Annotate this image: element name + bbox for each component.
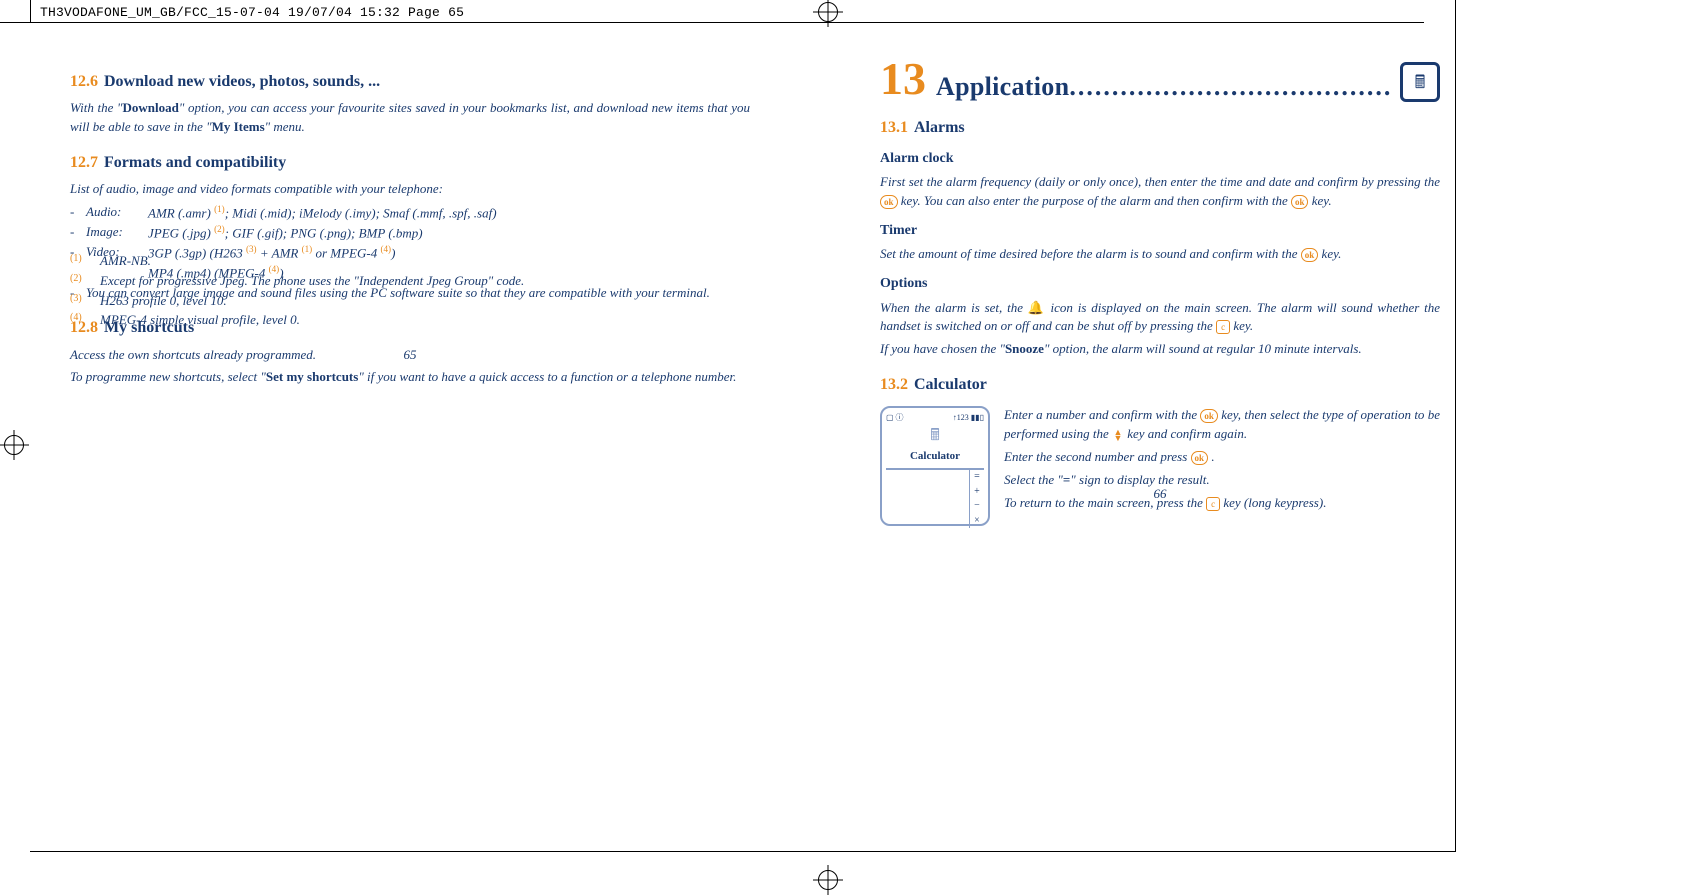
paragraph: With the "Download" option, you can acce…	[70, 99, 750, 137]
paragraph: Set the amount of time desired before th…	[880, 245, 1440, 264]
section-heading-13-1: 13.1Alarms	[880, 116, 1440, 139]
paragraph: If you have chosen the "Snooze" option, …	[880, 340, 1440, 359]
paragraph: To programme new shortcuts, select "Set …	[70, 368, 750, 387]
page-number: 65	[404, 346, 417, 365]
crop-header: TH3VODAFONE_UM_GB/FCC_15-07-04 19/07/04 …	[40, 4, 464, 23]
bell-icon: 🔔	[1028, 300, 1046, 315]
section-heading-13-2: 13.2Calculator	[880, 373, 1440, 396]
page-65: 12.6Download new videos, photos, sounds,…	[70, 56, 750, 391]
ok-key-icon: ok	[1291, 195, 1309, 209]
calculator-icon: 🖩	[886, 424, 984, 447]
subheading-options: Options	[880, 274, 1440, 294]
subheading-alarm-clock: Alarm clock	[880, 149, 1440, 169]
page-number: 66	[1154, 485, 1167, 504]
ok-key-icon: ok	[1200, 409, 1218, 423]
section-heading-12-7: 12.7Formats and compatibility	[70, 151, 750, 174]
calculator-figure: ▢ ⓘ ↑123 ▮▮▯ 🖩 Calculator = + − × / .	[880, 406, 990, 526]
ok-key-icon: ok	[1301, 248, 1319, 262]
updown-key-icon: ▲▼	[1112, 429, 1124, 441]
ok-key-icon: ok	[1191, 451, 1209, 465]
chapter-heading-13: 13 Application..........................…	[880, 56, 1440, 102]
registration-mark-icon	[818, 870, 838, 890]
registration-mark-icon	[4, 435, 24, 455]
c-key-icon: c	[1216, 320, 1230, 334]
crop-rule-bottom	[30, 851, 1456, 852]
paragraph: First set the alarm frequency (daily or …	[880, 173, 1440, 211]
footnotes: (1)AMR-NB. (2)Except for progressive Jpe…	[70, 251, 750, 331]
page-66: 13 Application..........................…	[880, 56, 1440, 530]
registration-mark-icon	[818, 2, 838, 22]
c-key-icon: c	[1206, 497, 1220, 511]
subheading-timer: Timer	[880, 221, 1440, 241]
crop-rule-right	[1455, 0, 1456, 852]
paragraph: List of audio, image and video formats c…	[70, 180, 750, 199]
section-heading-12-6: 12.6Download new videos, photos, sounds,…	[70, 70, 750, 93]
ok-key-icon: ok	[880, 195, 898, 209]
paragraph: When the alarm is set, the 🔔 icon is dis…	[880, 299, 1440, 337]
application-icon: 🖩	[1400, 62, 1440, 102]
